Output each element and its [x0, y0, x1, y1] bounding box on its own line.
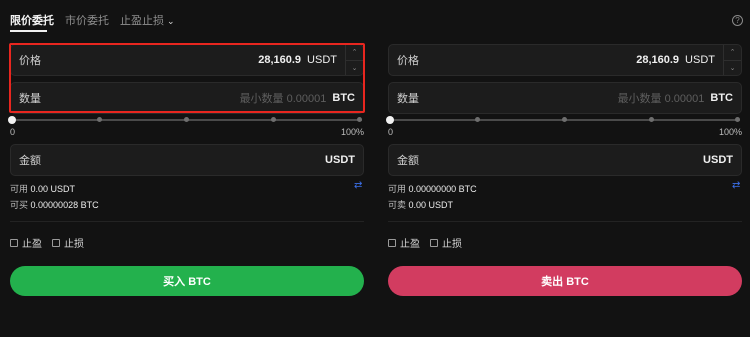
tab-market-order[interactable]: 市价委托	[65, 14, 109, 28]
sell-take-profit-label: 止盈	[400, 239, 420, 250]
divider	[388, 221, 742, 222]
chevron-down-icon: ⌄	[167, 16, 175, 26]
tab-tp-sl[interactable]: 止盈止损 ⌄	[120, 14, 175, 28]
buy-quantity-input[interactable]: 最小数量 0.00001	[240, 90, 327, 106]
sell-slider-handle[interactable]	[386, 116, 394, 124]
tab-tp-sl-label: 止盈止损	[120, 15, 164, 27]
buy-quantity-field[interactable]: 数量 最小数量 0.00001 BTC	[10, 82, 364, 114]
sell-can-sell: 可卖 0.00 USDT	[388, 198, 453, 211]
sell-price-label: 价格	[397, 55, 419, 67]
buy-amount-unit: USDT	[325, 154, 355, 166]
buy-available-label: 可用	[10, 184, 29, 194]
buy-button[interactable]: 买入 BTC	[10, 266, 364, 296]
sell-quantity-label: 数量	[397, 93, 419, 105]
sell-slider-max: 100%	[719, 127, 743, 137]
buy-take-profit-label: 止盈	[22, 239, 42, 250]
sell-available: 可用 0.00000000 BTC	[388, 182, 477, 195]
transfer-icon[interactable]: ⇄	[732, 180, 740, 191]
buy-stop-loss-label: 止损	[64, 239, 84, 250]
buy-amount-field[interactable]: 金额 USDT	[10, 144, 364, 176]
sell-quantity-field[interactable]: 数量 最小数量 0.00001 BTC	[388, 82, 742, 114]
sell-price-field[interactable]: 价格 28,160.9 USDT ⌃ ⌄	[388, 44, 742, 76]
buy-quantity-unit: BTC	[332, 92, 355, 104]
tab-limit-order[interactable]: 限价委托	[10, 14, 54, 28]
sell-amount-unit: USDT	[703, 154, 733, 166]
buy-quantity-label: 数量	[19, 93, 41, 105]
sell-slider-step[interactable]	[649, 117, 654, 122]
checkbox-icon[interactable]	[388, 238, 396, 247]
buy-slider-step[interactable]	[184, 117, 189, 122]
chevron-down-icon[interactable]: ⌄	[724, 61, 741, 76]
buy-can-buy-value: 0.00000028 BTC	[30, 200, 99, 210]
sell-slider-step[interactable]	[562, 117, 567, 122]
sell-available-label: 可用	[388, 184, 407, 194]
checkbox-icon[interactable]	[430, 238, 438, 247]
sell-available-value: 0.00000000 BTC	[408, 184, 477, 194]
buy-can-buy: 可买 0.00000028 BTC	[10, 198, 99, 211]
buy-slider-step[interactable]	[97, 117, 102, 122]
chevron-up-icon[interactable]: ⌃	[724, 45, 741, 61]
sell-slider-step[interactable]	[475, 117, 480, 122]
buy-available: 可用 0.00 USDT	[10, 182, 75, 195]
sell-quantity-input[interactable]: 最小数量 0.00001	[618, 90, 705, 106]
active-tab-indicator	[10, 30, 47, 32]
sell-stop-loss-label: 止损	[442, 239, 462, 250]
buy-slider-max: 100%	[341, 127, 365, 137]
buy-stop-loss-checkbox[interactable]: 止损	[52, 235, 84, 250]
buy-amount-label: 金额	[19, 155, 41, 167]
buy-price-value[interactable]: 28,160.9	[258, 54, 301, 66]
sell-slider-min: 0	[388, 127, 394, 137]
sell-slider-step[interactable]	[735, 117, 740, 122]
buy-price-unit: USDT	[307, 54, 337, 66]
sell-quantity-unit: BTC	[710, 92, 733, 104]
checkbox-icon[interactable]	[10, 238, 18, 247]
buy-price-stepper[interactable]: ⌃ ⌄	[345, 45, 363, 75]
buy-slider-handle[interactable]	[8, 116, 16, 124]
question-circle-icon[interactable]: ?	[732, 15, 743, 26]
sell-can-sell-label: 可卖	[388, 200, 407, 210]
chevron-up-icon[interactable]: ⌃	[346, 45, 363, 61]
buy-available-value: 0.00 USDT	[30, 184, 76, 194]
sell-price-stepper[interactable]: ⌃ ⌄	[723, 45, 741, 75]
sell-stop-loss-checkbox[interactable]: 止损	[430, 235, 462, 250]
sell-amount-field[interactable]: 金额 USDT	[388, 144, 742, 176]
buy-can-buy-label: 可买	[10, 200, 29, 210]
buy-slider-step[interactable]	[271, 117, 276, 122]
buy-price-field[interactable]: 价格 28,160.9 USDT ⌃ ⌄	[10, 44, 364, 76]
checkbox-icon[interactable]	[52, 238, 60, 247]
buy-slider-step[interactable]	[357, 117, 362, 122]
sell-amount-label: 金额	[397, 155, 419, 167]
sell-price-value[interactable]: 28,160.9	[636, 54, 679, 66]
sell-take-profit-checkbox[interactable]: 止盈	[388, 235, 420, 250]
sell-price-unit: USDT	[685, 54, 715, 66]
divider	[10, 221, 364, 222]
sell-can-sell-value: 0.00 USDT	[408, 200, 454, 210]
buy-price-label: 价格	[19, 55, 41, 67]
buy-take-profit-checkbox[interactable]: 止盈	[10, 235, 42, 250]
order-type-tabs: 限价委托 市价委托 止盈止损 ⌄	[10, 12, 186, 28]
transfer-icon[interactable]: ⇄	[354, 180, 362, 191]
buy-slider-min: 0	[10, 127, 16, 137]
sell-button[interactable]: 卖出 BTC	[388, 266, 742, 296]
chevron-down-icon[interactable]: ⌄	[346, 61, 363, 76]
